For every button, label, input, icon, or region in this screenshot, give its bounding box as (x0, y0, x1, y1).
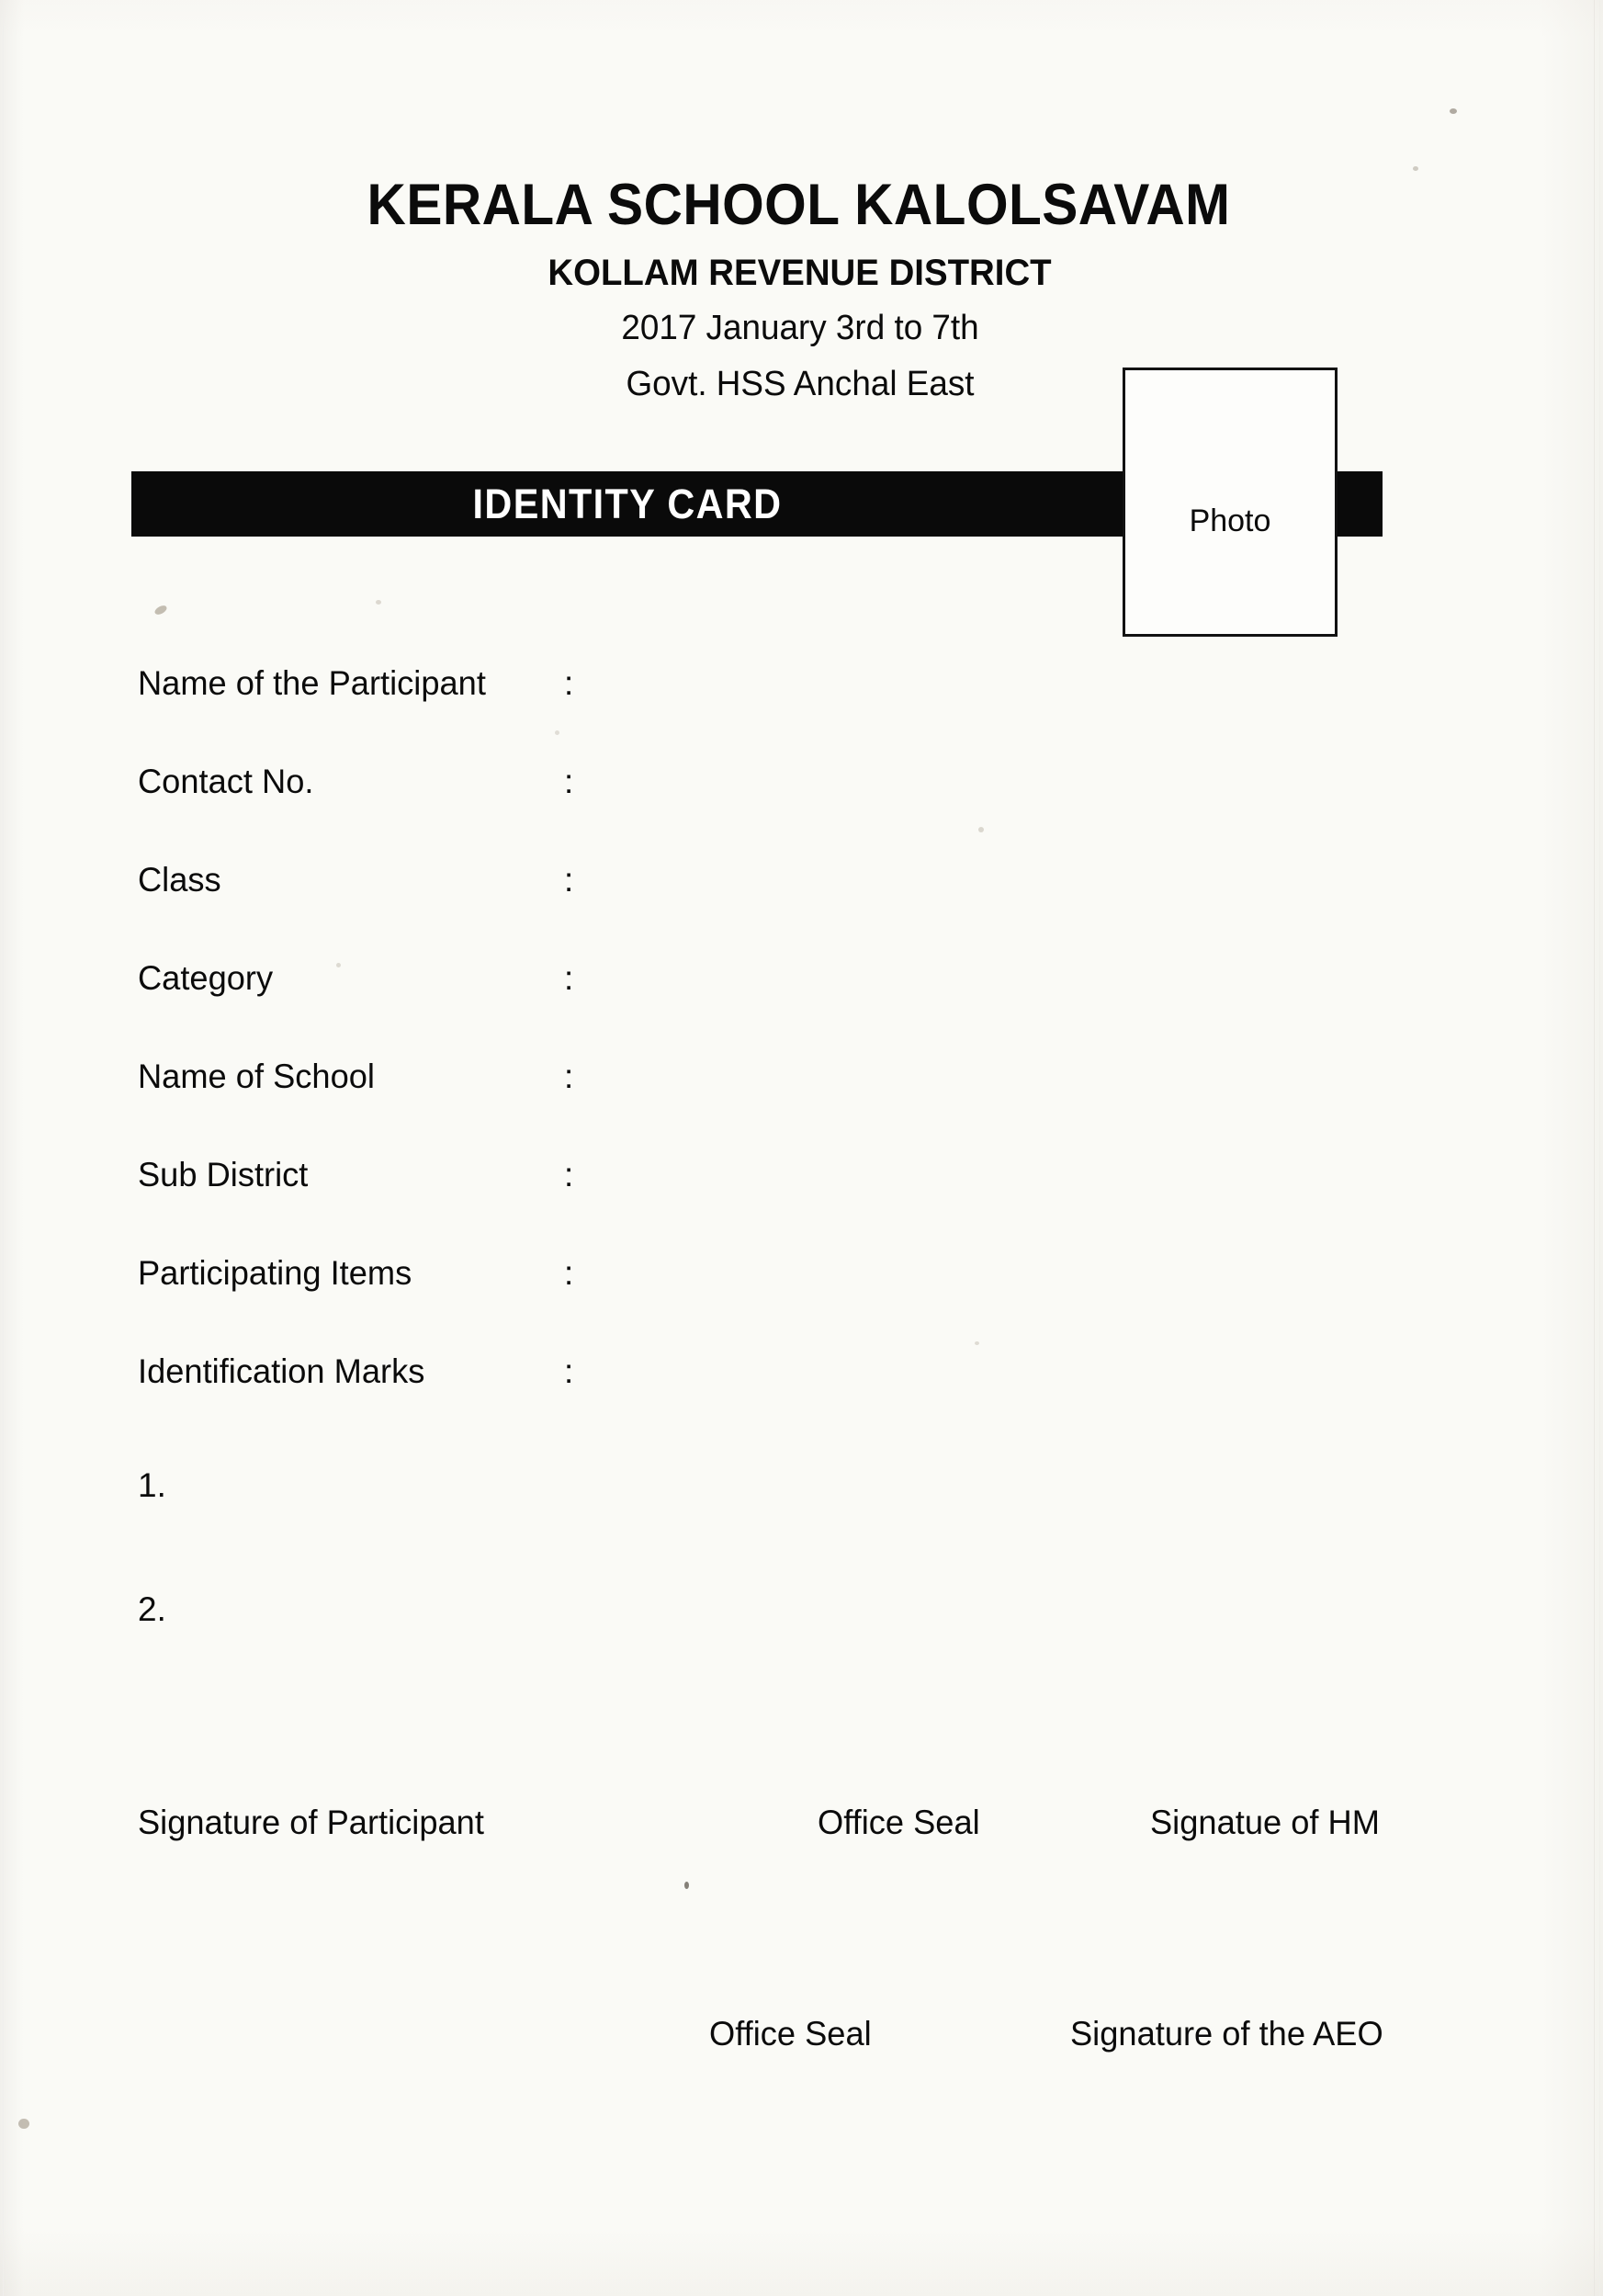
signature-label-hm: Signatue of HM (1150, 1804, 1380, 1841)
scan-artifact-speck (152, 604, 169, 616)
field-label: Class (138, 861, 221, 899)
field-colon: : (564, 763, 574, 800)
district-subtitle: KOLLAM REVENUE DISTRICT (548, 253, 1052, 293)
field-row-identification-marks: Identification Marks : (138, 1354, 965, 1453)
scan-artifact-speck (376, 600, 381, 605)
document-header: KERALA SCHOOL KALOLSAVAM KOLLAM REVENUE … (0, 176, 1603, 402)
scan-artifact-speck (1450, 108, 1457, 114)
office-seal-label-primary: Office Seal (818, 1804, 980, 1841)
scan-artifact-speck (1413, 166, 1418, 171)
scan-artifact-speck (18, 2119, 29, 2129)
identity-card-banner-label: IDENTITY CARD (472, 480, 783, 527)
field-colon: : (564, 664, 574, 702)
field-colon: : (564, 1058, 574, 1095)
office-seal-label-secondary: Office Seal (709, 2015, 872, 2053)
numbered-list-marker: 1. (138, 1466, 166, 1504)
photo-placeholder-label: Photo (1189, 503, 1271, 538)
field-row-name-of-school: Name of School : (138, 1059, 965, 1158)
field-colon: : (564, 861, 574, 899)
signature-label-participant: Signature of Participant (138, 1804, 484, 1841)
field-colon: : (564, 1156, 574, 1193)
signature-row-primary: Signature of Participant Office Seal Sig… (0, 1805, 1603, 1848)
identification-marks-numbered-list: 1. 2. (138, 1468, 166, 1716)
field-label: Contact No. (138, 763, 314, 800)
event-venue-line: Govt. HSS Anchal East (626, 365, 975, 403)
numbered-list-marker: 2. (138, 1590, 166, 1628)
scan-artifact-speck (975, 1341, 979, 1345)
scan-artifact-speck (684, 1882, 689, 1889)
field-label: Name of School (138, 1058, 375, 1095)
field-label: Sub District (138, 1156, 309, 1193)
scanned-identity-card-page: KERALA SCHOOL KALOLSAVAM KOLLAM REVENUE … (0, 0, 1603, 2296)
field-row-class: Class : (138, 863, 965, 961)
field-label: Category (138, 959, 274, 997)
field-row-name-of-the-participant: Name of the Participant : (138, 666, 965, 764)
signature-row-secondary: Office Seal Signature of the AEO (0, 2017, 1603, 2059)
photo-placeholder-box: Photo (1123, 368, 1338, 637)
field-label: Name of the Participant (138, 664, 486, 702)
participant-fields-list: Name of the Participant : Contact No. : … (138, 666, 965, 1453)
numbered-list-item-2[interactable]: 2. (138, 1592, 166, 1716)
field-label: Identification Marks (138, 1352, 425, 1390)
field-colon: : (564, 959, 574, 997)
field-row-contact-no: Contact No. : (138, 764, 965, 863)
signature-label-aeo: Signature of the AEO (1070, 2015, 1383, 2053)
page-title: KERALA SCHOOL KALOLSAVAM (367, 173, 1231, 237)
field-colon: : (564, 1352, 574, 1390)
field-row-participating-items: Participating Items : (138, 1256, 965, 1354)
scan-artifact-speck (978, 827, 984, 832)
field-row-sub-district: Sub District : (138, 1158, 965, 1256)
field-row-category: Category : (138, 961, 965, 1059)
numbered-list-item-1[interactable]: 1. (138, 1468, 166, 1592)
field-colon: : (564, 1254, 574, 1292)
field-label: Participating Items (138, 1254, 412, 1292)
event-date-line: 2017 January 3rd to 7th (621, 309, 979, 347)
